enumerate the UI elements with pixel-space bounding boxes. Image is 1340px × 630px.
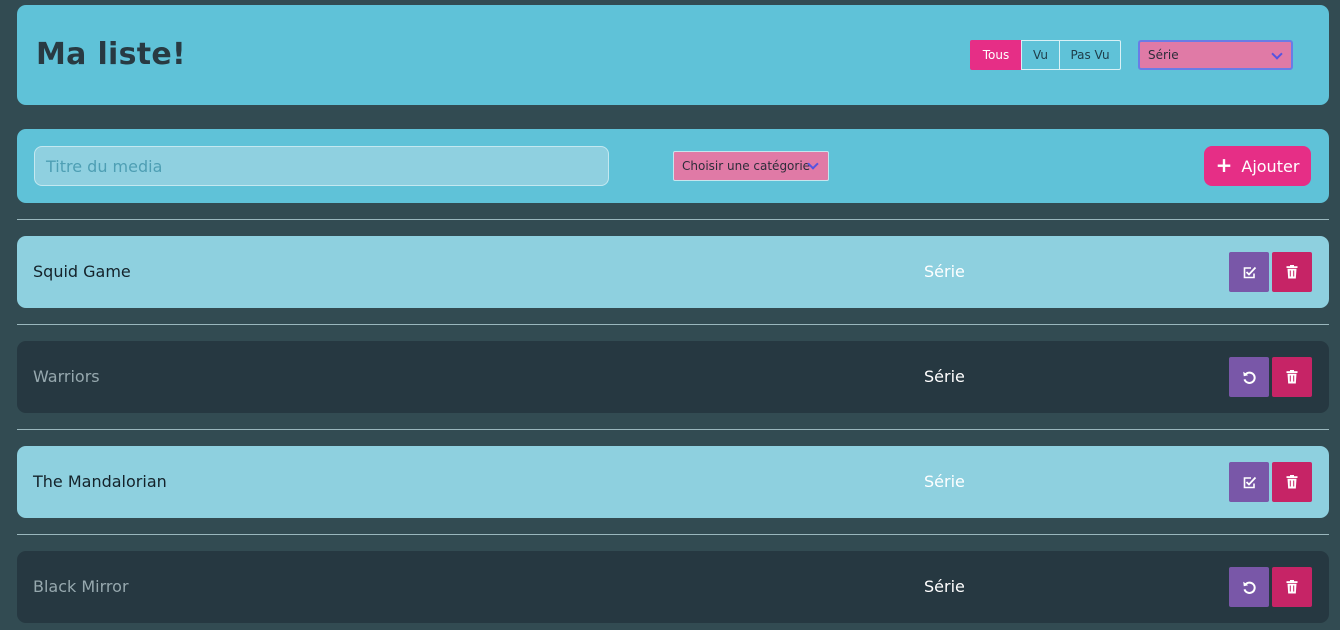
media-category: Série xyxy=(924,262,965,281)
add-button[interactable]: + Ajouter xyxy=(1204,146,1311,186)
media-category: Série xyxy=(924,367,965,386)
category-filter-value: Série xyxy=(1148,48,1179,62)
plus-icon: + xyxy=(1215,153,1233,177)
media-row: Warriors Série xyxy=(17,341,1329,413)
delete-button[interactable] xyxy=(1272,252,1312,292)
check-square-icon xyxy=(1243,476,1256,488)
trash-icon xyxy=(1286,475,1298,489)
page-title: Ma liste! xyxy=(36,37,187,72)
chevron-down-icon xyxy=(1271,48,1283,60)
trash-icon xyxy=(1286,580,1298,594)
undo-icon xyxy=(1242,581,1256,594)
media-title: Squid Game xyxy=(33,262,131,281)
media-category: Série xyxy=(924,577,965,596)
mark-unseen-button[interactable] xyxy=(1229,567,1269,607)
media-title-input[interactable]: Titre du media xyxy=(34,146,609,186)
add-button-label: Ajouter xyxy=(1241,156,1300,176)
filter-seen-button[interactable]: Vu xyxy=(1021,40,1060,70)
category-filter-select[interactable]: Série xyxy=(1138,40,1293,70)
mark-seen-button[interactable] xyxy=(1229,252,1269,292)
delete-button[interactable] xyxy=(1272,357,1312,397)
header-panel: Ma liste! Tous Vu Pas Vu Série xyxy=(17,5,1329,105)
view-filter-group: Tous Vu Pas Vu xyxy=(970,40,1121,70)
trash-icon xyxy=(1286,370,1298,384)
category-select[interactable]: Choisir une catégorie xyxy=(673,151,829,181)
divider xyxy=(17,324,1329,325)
divider xyxy=(17,219,1329,220)
media-title: Warriors xyxy=(33,367,100,386)
media-title-placeholder: Titre du media xyxy=(46,156,163,176)
media-title: Black Mirror xyxy=(33,577,129,596)
media-row: Squid Game Série xyxy=(17,236,1329,308)
check-square-icon xyxy=(1243,266,1256,278)
delete-button[interactable] xyxy=(1272,462,1312,502)
media-row: Black Mirror Série xyxy=(17,551,1329,623)
media-category: Série xyxy=(924,472,965,491)
filter-all-button[interactable]: Tous xyxy=(970,40,1022,70)
trash-icon xyxy=(1286,265,1298,279)
undo-icon xyxy=(1242,371,1256,384)
delete-button[interactable] xyxy=(1272,567,1312,607)
mark-seen-button[interactable] xyxy=(1229,462,1269,502)
divider xyxy=(17,429,1329,430)
filter-unseen-button[interactable]: Pas Vu xyxy=(1059,40,1121,70)
mark-unseen-button[interactable] xyxy=(1229,357,1269,397)
media-row: The Mandalorian Série xyxy=(17,446,1329,518)
category-select-value: Choisir une catégorie xyxy=(682,159,811,173)
divider xyxy=(17,534,1329,535)
media-title: The Mandalorian xyxy=(33,472,167,491)
add-media-panel: Titre du media Choisir une catégorie + A… xyxy=(17,129,1329,203)
